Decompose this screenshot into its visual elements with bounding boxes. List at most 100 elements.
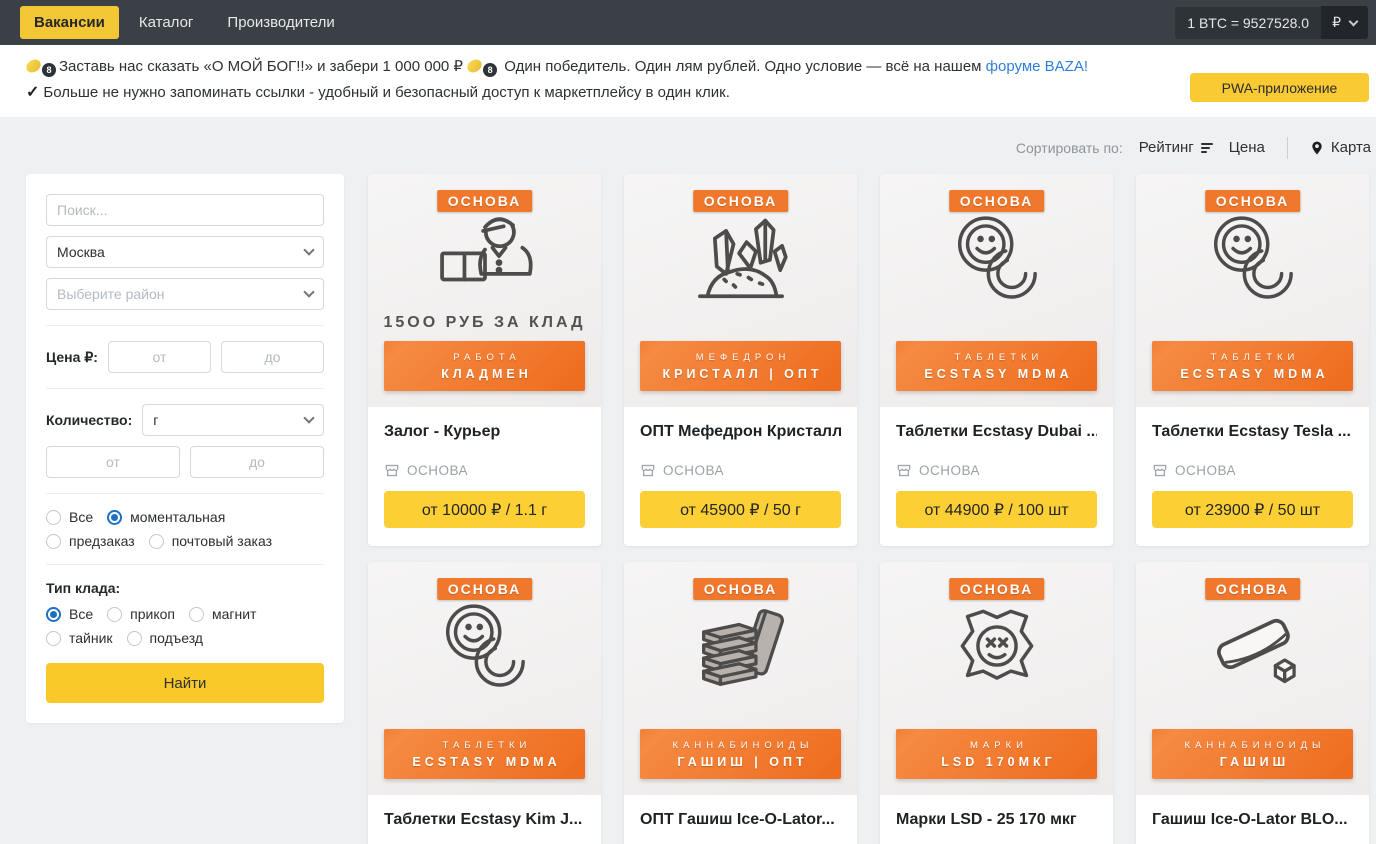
product-image: ОСНОВА МАРКИ LSD 170МКГ — [880, 562, 1113, 795]
banner-line-2: КЛАДМЕН — [437, 367, 532, 381]
announcement-line-1: Заставь нас сказать «О МОЙ БОГ!!» и забе… — [26, 54, 1350, 80]
product-title[interactable]: Таблетки Ecstasy Tesla ... — [1152, 423, 1353, 441]
banner-line-2: ГАШИШ | ОПТ — [673, 755, 807, 769]
product-title[interactable]: ОПТ Гашиш Ice-O-Lator... — [640, 811, 841, 829]
radio-circle[interactable] — [107, 510, 122, 525]
top-navbar: Вакансии Каталог Производители 1 BTC = 9… — [0, 0, 1376, 45]
radio-label: Все — [69, 606, 93, 622]
product-grid: ОСНОВА 15OO РУБ ЗА КЛАД РАБОТА КЛАДМЕН З… — [368, 174, 1369, 844]
divider — [46, 493, 324, 494]
price-button[interactable]: от 45900 ₽ / 50 г — [640, 491, 841, 528]
price-button[interactable]: от 10000 ₽ / 1.1 г — [384, 491, 585, 528]
product-title[interactable]: Марки LSD - 25 170 мкг — [896, 811, 1097, 829]
radio-circle[interactable] — [46, 534, 61, 549]
shop-name: ОСНОВА — [919, 463, 980, 478]
product-info: Таблетки Ecstasy Dubai ... ОСНОВА от 449… — [880, 407, 1113, 546]
product-info: Гашиш Ice-O-Lator BLO... — [1136, 795, 1369, 844]
radio-label: подъезд — [150, 630, 203, 646]
price-from-input[interactable] — [108, 341, 211, 373]
product-title[interactable]: Гашиш Ice-O-Lator BLO... — [1152, 811, 1353, 829]
product-image: ОСНОВА МЕФЕДРОН КРИСТАЛЛ | ОПТ — [624, 174, 857, 407]
stash-radio-group-option-2[interactable]: магнит — [189, 606, 256, 622]
radio-circle[interactable] — [46, 510, 61, 525]
radio-circle[interactable] — [107, 607, 122, 622]
radio-label: Все — [69, 509, 93, 525]
divider — [46, 325, 324, 326]
product-card[interactable]: ОСНОВА ТАБЛЕТКИ ECSTASY MDMA Таблетки Ec… — [880, 174, 1113, 546]
nav-tab-manufacturers[interactable]: Производители — [213, 6, 348, 39]
product-card[interactable]: ОСНОВА ТАБЛЕТКИ ECSTASY MDMA Таблетки Ec… — [368, 562, 601, 844]
product-title[interactable]: ОПТ Мефедрон Кристалл — [640, 423, 841, 441]
sort-by-rating[interactable]: Рейтинг — [1139, 139, 1213, 156]
delivery-radio-group-option-1[interactable]: моментальная — [107, 509, 225, 525]
product-card[interactable]: ОСНОВА КАННАБИНОИДЫ ГАШИШ | ОПТ ОПТ Гаши… — [624, 562, 857, 844]
radio-circle[interactable] — [46, 607, 61, 622]
radio-label: тайник — [69, 630, 113, 646]
delivery-radio-group-option-3[interactable]: почтовый заказ — [149, 533, 272, 549]
stash-radio-group-option-4[interactable]: подъезд — [127, 630, 203, 646]
product-info: Залог - Курьер ОСНОВА от 10000 ₽ / 1.1 г — [368, 407, 601, 546]
search-input[interactable] — [46, 194, 324, 226]
price-to-input[interactable] — [221, 341, 324, 373]
divider — [46, 564, 324, 565]
banner-line-2: ГАШИШ — [1216, 755, 1289, 769]
shop-row[interactable]: ОСНОВА — [640, 463, 841, 478]
forum-baza-link[interactable]: форуме BAZA! — [986, 58, 1088, 75]
product-info: Марки LSD - 25 170 мкг — [880, 795, 1113, 844]
category-banner: ТАБЛЕТКИ ECSTASY MDMA — [384, 729, 585, 779]
category-banner: КАННАБИНОИДЫ ГАШИШ — [1152, 729, 1353, 779]
nav-tab-vacancies[interactable]: Вакансии — [20, 6, 119, 39]
image-caption: 15OO РУБ ЗА КЛАД — [368, 314, 601, 332]
currency-selector[interactable]: ₽ — [1321, 6, 1368, 39]
city-select[interactable]: Москва — [46, 236, 324, 268]
sort-order-icon — [1201, 143, 1213, 153]
price-button[interactable]: от 44900 ₽ / 100 шт — [896, 491, 1097, 528]
pwa-app-button[interactable]: PWA-приложение — [1190, 73, 1369, 102]
storefront-icon — [384, 463, 400, 478]
city-value: Москва — [57, 244, 105, 260]
announcement-text-3: Больше не нужно запоминать ссылки - удоб… — [43, 84, 729, 101]
banner-line-2: ECSTASY MDMA — [408, 755, 560, 769]
product-card[interactable]: ОСНОВА МАРКИ LSD 170МКГ Марки LSD - 25 1… — [880, 562, 1113, 844]
delivery-radio-group-option-2[interactable]: предзаказ — [46, 533, 135, 549]
shop-row[interactable]: ОСНОВА — [384, 463, 585, 478]
product-title[interactable]: Таблетки Ecstasy Kim J... — [384, 811, 585, 829]
stash-radio-group-option-1[interactable]: прикоп — [107, 606, 175, 622]
radio-circle[interactable] — [127, 631, 142, 646]
banner-line-2: ECSTASY MDMA — [920, 367, 1072, 381]
smiley-pills-icon — [368, 594, 601, 698]
product-card[interactable]: ОСНОВА МЕФЕДРОН КРИСТАЛЛ | ОПТ ОПТ Мефед… — [624, 174, 857, 546]
product-card[interactable]: ОСНОВА 15OO РУБ ЗА КЛАД РАБОТА КЛАДМЕН З… — [368, 174, 601, 546]
product-info: Таблетки Ecstasy Kim J... — [368, 795, 601, 844]
check-icon: ✓ — [26, 84, 39, 101]
quantity-to-input[interactable] — [190, 446, 324, 478]
nav-tab-catalog[interactable]: Каталог — [125, 6, 208, 39]
find-button[interactable]: Найти — [46, 663, 324, 703]
unit-select[interactable]: г — [142, 404, 324, 436]
sort-bar: Сортировать по: Рейтинг Цена Карта — [26, 117, 1371, 174]
product-image: ОСНОВА КАННАБИНОИДЫ ГАШИШ | ОПТ — [624, 562, 857, 795]
shop-row[interactable]: ОСНОВА — [896, 463, 1097, 478]
sort-by-price[interactable]: Цена — [1229, 139, 1265, 156]
shop-name: ОСНОВА — [407, 463, 468, 478]
chevron-down-icon — [303, 286, 314, 297]
district-select[interactable]: Выберите район — [46, 278, 324, 310]
banner-line-1: КАННАБИНОИДЫ — [668, 740, 814, 751]
chevron-down-icon — [303, 412, 314, 423]
product-card[interactable]: ОСНОВА КАННАБИНОИДЫ ГАШИШ Гашиш Ice-O-La… — [1136, 562, 1369, 844]
radio-circle[interactable] — [46, 631, 61, 646]
product-title[interactable]: Таблетки Ecstasy Dubai ... — [896, 423, 1097, 441]
product-card[interactable]: ОСНОВА ТАБЛЕТКИ ECSTASY MDMA Таблетки Ec… — [1136, 174, 1369, 546]
radio-circle[interactable] — [149, 534, 164, 549]
category-banner: МЕФЕДРОН КРИСТАЛЛ | ОПТ — [640, 341, 841, 391]
product-title[interactable]: Залог - Курьер — [384, 423, 585, 441]
delivery-radio-group-option-0[interactable]: Все — [46, 509, 93, 525]
shop-row[interactable]: ОСНОВА — [1152, 463, 1353, 478]
stash-radio-group-option-0[interactable]: Все — [46, 606, 93, 622]
stash-radio-group-option-3[interactable]: тайник — [46, 630, 113, 646]
quantity-from-input[interactable] — [46, 446, 180, 478]
category-banner: КАННАБИНОИДЫ ГАШИШ | ОПТ — [640, 729, 841, 779]
map-button[interactable]: Карта — [1310, 139, 1371, 157]
price-button[interactable]: от 23900 ₽ / 50 шт — [1152, 491, 1353, 528]
radio-circle[interactable] — [189, 607, 204, 622]
